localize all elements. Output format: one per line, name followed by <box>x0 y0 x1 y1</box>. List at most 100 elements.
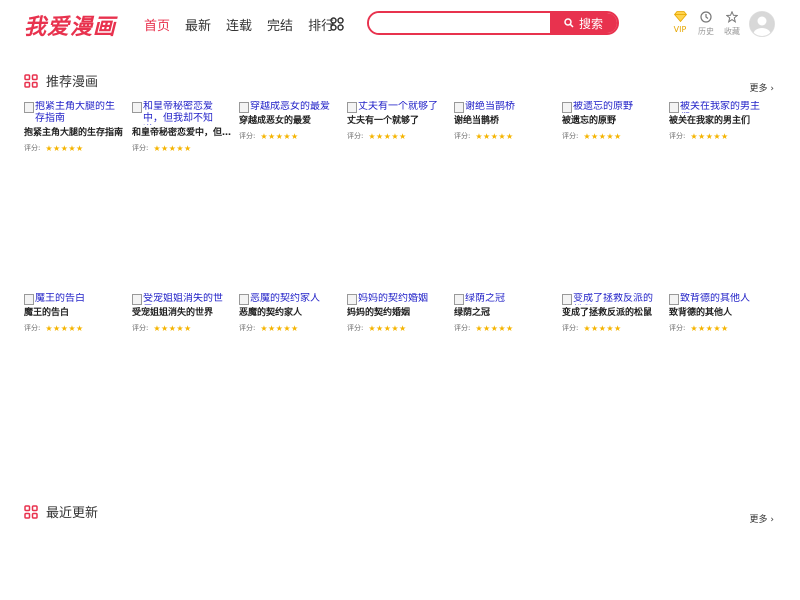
comic-title[interactable]: 谢绝当鹊桥 <box>454 115 554 127</box>
comic-card[interactable]: 魔王的告白 魔王的告白 评分: ★★★★★ <box>24 293 124 333</box>
broken-image-icon <box>347 294 357 305</box>
comic-title[interactable]: 恶魔的契约家人 <box>239 307 339 319</box>
diamond-icon <box>673 11 687 22</box>
comic-cover-image[interactable]: 被关在我家的男主们 <box>669 101 769 113</box>
comic-card[interactable]: 被关在我家的男主们被关在我家的男主们评分: ★★★★★ <box>669 101 769 141</box>
rating-label: 评分: <box>454 132 471 140</box>
comic-cover-alt: 绿荫之冠 <box>465 293 505 304</box>
nav-ongoing[interactable]: 连载 <box>226 15 252 34</box>
comic-card[interactable]: 受宠姐姐消失的世界受宠姐姐消失的世界评分: ★★★★★ <box>132 293 232 333</box>
rating-stars-icon: ★★★★★ <box>475 131 514 141</box>
comic-title[interactable]: 和皇帝秘密恋爱中，但... <box>132 127 232 139</box>
comic-cover-alt: 穿越成恶女的最爱 <box>250 101 330 112</box>
comic-card[interactable]: 谢绝当鹊桥 谢绝当鹊桥 评分: ★★★★★ <box>454 101 554 141</box>
comic-title[interactable]: 变成了拯救反派的松鼠 <box>562 307 662 319</box>
comic-title[interactable]: 穿越成恶女的最爱 <box>239 115 339 127</box>
comic-cover-image[interactable]: 丈夫有一个就够了 <box>347 101 447 113</box>
comic-rating: 评分: ★★★★★ <box>132 323 232 333</box>
comic-title[interactable]: 被遗忘的原野 <box>562 115 662 127</box>
comic-rating: 评分: ★★★★★ <box>24 143 124 153</box>
latest-title: 最近更新 <box>46 506 99 521</box>
latest-more-link[interactable]: 更多 › <box>750 512 775 525</box>
rating-label: 评分: <box>562 324 579 332</box>
comic-title[interactable]: 受宠姐姐消失的世界 <box>132 307 232 319</box>
comic-cover-alt: 恶魔的契约家人 <box>250 293 320 304</box>
comic-cover-image[interactable]: 抱紧主角大腿的生存指南 <box>24 101 124 125</box>
comic-card[interactable]: 丈夫有一个就够了 丈夫有一个就够了 评分: ★★★★★ <box>347 101 447 141</box>
comic-cover-image[interactable]: 被遗忘的原野 <box>562 101 662 113</box>
rating-label: 评分: <box>239 324 256 332</box>
comic-card[interactable]: 抱紧主角大腿的生存指南 抱紧主角大腿的生存指南 评分: ★★★★★ <box>24 101 124 153</box>
comic-rating: 评分: ★★★★★ <box>347 323 447 333</box>
user-icon <box>750 12 774 36</box>
comic-rating: 评分: ★★★★★ <box>669 131 769 141</box>
comic-cover-image[interactable]: 穿越成恶女的最爱 <box>239 101 339 113</box>
comic-card[interactable]: 穿越成恶女的最爱 穿越成恶女的最爱 评分: ★★★★★ <box>239 101 339 141</box>
comic-cover-alt: 受宠姐姐消失的世界 <box>143 293 223 304</box>
comic-cover-alt: 妈妈的契约婚姻 <box>358 293 428 304</box>
comic-cover-alt: 谢绝当鹊桥 <box>465 101 515 112</box>
comic-cover-alt: 丈夫有一个就够了 <box>358 101 438 112</box>
nav-latest[interactable]: 最新 <box>185 15 211 34</box>
comic-cover-image[interactable]: 恶魔的契约家人 <box>239 293 339 305</box>
comic-title[interactable]: 致背德的其他人 <box>669 307 769 319</box>
comic-cover-image[interactable]: 魔王的告白 <box>24 293 124 305</box>
rating-stars-icon: ★★★★★ <box>260 131 299 141</box>
comic-title[interactable]: 妈妈的契约婚姻 <box>347 307 447 319</box>
broken-image-icon <box>24 294 34 305</box>
comic-rating: 评分: ★★★★★ <box>239 131 339 141</box>
star-icon <box>726 11 738 23</box>
recommended-more-link[interactable]: 更多 › <box>750 81 775 94</box>
favorites-link[interactable]: 收藏 <box>717 11 747 37</box>
comic-title[interactable]: 魔王的告白 <box>24 307 124 319</box>
avatar[interactable] <box>749 11 775 37</box>
comic-cover-image[interactable]: 谢绝当鹊桥 <box>454 101 554 113</box>
comic-card[interactable]: 恶魔的契约家人 恶魔的契约家人 评分: ★★★★★ <box>239 293 339 333</box>
main-nav: 首页 最新 连载 完结 排行 <box>144 15 349 34</box>
broken-image-icon <box>132 294 142 305</box>
rating-label: 评分: <box>347 324 364 332</box>
comic-title[interactable]: 绿荫之冠 <box>454 307 554 319</box>
search-bar: 搜索 <box>367 11 619 35</box>
comic-rating: 评分: ★★★★★ <box>132 143 232 153</box>
chevron-right-icon: › <box>770 515 774 525</box>
broken-image-icon <box>669 294 679 305</box>
comic-title[interactable]: 抱紧主角大腿的生存指南 <box>24 127 124 139</box>
category-grid-icon[interactable] <box>330 17 344 31</box>
rating-label: 评分: <box>132 144 149 152</box>
comic-card[interactable]: 和皇帝秘密恋爱中，但我却不知道！ 和皇帝秘密恋爱中，但... 评分: ★★★★★ <box>132 101 232 153</box>
comic-cover-image[interactable]: 绿荫之冠 <box>454 293 554 305</box>
broken-image-icon <box>669 102 679 113</box>
site-header: 我爱漫画 首页 最新 连载 完结 排行 搜索 VIP 历史 收藏 <box>0 0 800 46</box>
broken-image-icon <box>132 102 142 113</box>
grid-icon <box>24 504 38 519</box>
rating-stars-icon: ★★★★★ <box>45 143 84 153</box>
broken-image-icon <box>24 102 34 113</box>
nav-completed[interactable]: 完结 <box>267 15 293 34</box>
comic-card[interactable]: 被遗忘的原野 被遗忘的原野 评分: ★★★★★ <box>562 101 662 141</box>
rating-stars-icon: ★★★★★ <box>583 323 622 333</box>
search-input[interactable] <box>369 13 550 33</box>
broken-image-icon <box>562 294 572 305</box>
search-button[interactable]: 搜索 <box>550 13 617 33</box>
comic-cover-alt: 变成了拯救反派的松鼠 <box>573 293 653 304</box>
comic-card[interactable]: 妈妈的契约婚姻 妈妈的契约婚姻 评分: ★★★★★ <box>347 293 447 333</box>
rating-label: 评分: <box>347 132 364 140</box>
comic-title[interactable]: 丈夫有一个就够了 <box>347 115 447 127</box>
comic-cover-image[interactable]: 和皇帝秘密恋爱中，但我却不知道！ <box>132 101 232 125</box>
comic-cover-image[interactable]: 妈妈的契约婚姻 <box>347 293 447 305</box>
rating-stars-icon: ★★★★★ <box>690 131 729 141</box>
comic-card[interactable]: 致背德的其他人 致背德的其他人 评分: ★★★★★ <box>669 293 769 333</box>
comic-title[interactable]: 被关在我家的男主们 <box>669 115 769 127</box>
site-logo[interactable]: 我爱漫画 <box>24 9 116 41</box>
comic-card[interactable]: 绿荫之冠 绿荫之冠 评分: ★★★★★ <box>454 293 554 333</box>
recommended-title: 推荐漫画 <box>46 75 99 90</box>
grid-icon <box>24 73 38 88</box>
comic-cover-image[interactable]: 受宠姐姐消失的世界 <box>132 293 232 305</box>
comic-rating: 评分: ★★★★★ <box>454 131 554 141</box>
rating-stars-icon: ★★★★★ <box>475 323 514 333</box>
comic-cover-image[interactable]: 致背德的其他人 <box>669 293 769 305</box>
nav-home[interactable]: 首页 <box>144 15 170 34</box>
comic-cover-image[interactable]: 变成了拯救反派的松鼠 <box>562 293 662 305</box>
comic-card[interactable]: 变成了拯救反派的松鼠变成了拯救反派的松鼠评分: ★★★★★ <box>562 293 662 333</box>
